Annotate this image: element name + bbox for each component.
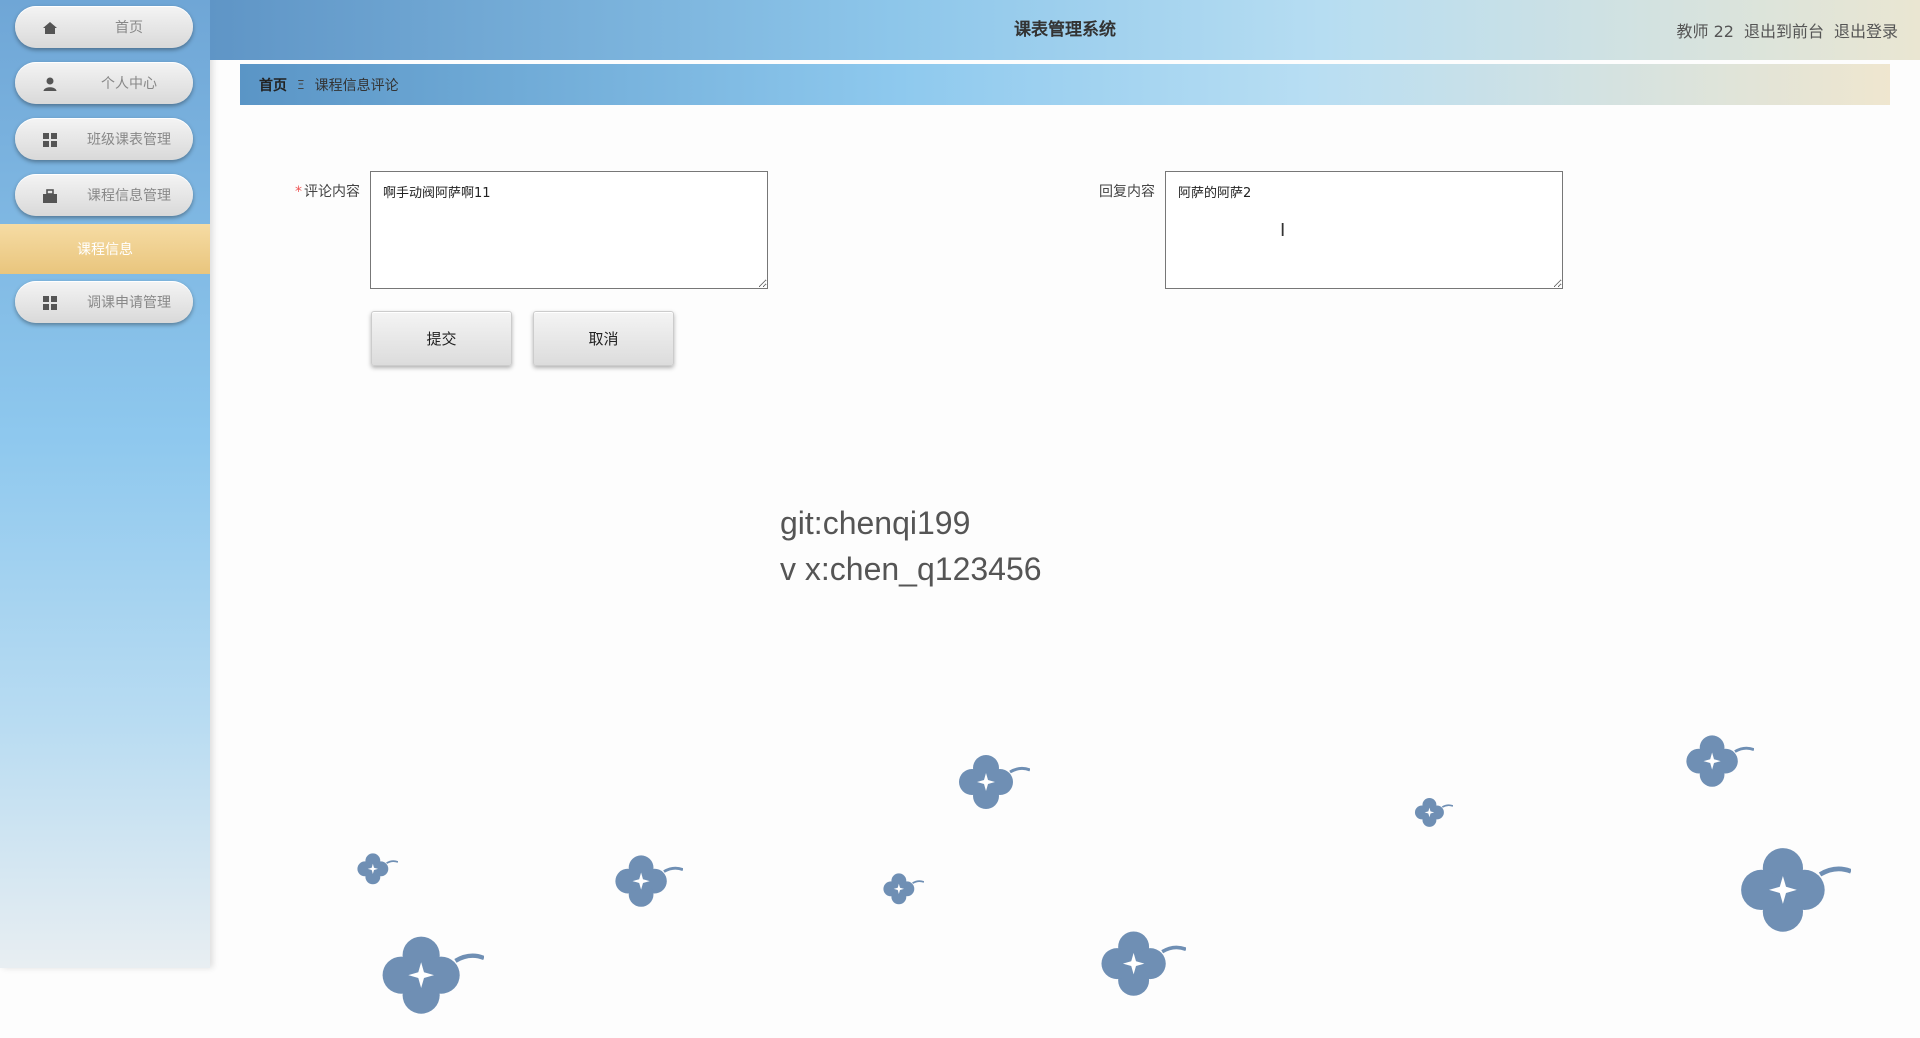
sidebar-item-personal-center[interactable]: 个人中心 bbox=[15, 62, 193, 104]
clover-decoration bbox=[1684, 733, 1754, 789]
clover-decoration bbox=[356, 852, 398, 886]
sidebar-item-class-schedule[interactable]: 班级课表管理 bbox=[15, 118, 193, 160]
app-title: 课表管理系统 bbox=[1014, 20, 1116, 40]
sidebar-item-course-info[interactable]: 课程信息管理 bbox=[15, 174, 193, 216]
sidebar-item-label: 班级课表管理 bbox=[87, 132, 171, 148]
sidebar-item-label: 课程信息管理 bbox=[87, 188, 171, 204]
grid-icon bbox=[43, 296, 57, 310]
required-mark: * bbox=[295, 184, 302, 200]
user-area: 教师 22 退出到前台 退出登录 bbox=[1677, 0, 1898, 60]
user-icon bbox=[43, 77, 57, 91]
top-header: 课表管理系统 教师 22 退出到前台 退出登录 bbox=[210, 0, 1920, 60]
home-icon bbox=[43, 22, 57, 34]
back-to-front-link[interactable]: 退出到前台 bbox=[1744, 18, 1824, 42]
clover-decoration bbox=[1414, 797, 1453, 828]
sidebar: 首页 个人中心 班级课表管理 课程信息管理 课程信息 调课申请管理 bbox=[0, 0, 210, 968]
sidebar-item-label: 个人中心 bbox=[101, 76, 157, 92]
watermark-line-1: git:chenqi199 bbox=[780, 505, 971, 541]
briefcase-icon bbox=[43, 189, 57, 203]
clover-decoration bbox=[613, 853, 683, 909]
clover-decoration bbox=[1099, 929, 1186, 998]
clover-decoration bbox=[882, 872, 924, 906]
breadcrumb-current: 课程信息评论 bbox=[314, 77, 399, 94]
reply-textarea[interactable]: 阿萨的阿萨2 bbox=[1165, 171, 1563, 289]
sidebar-item-label: 首页 bbox=[115, 20, 143, 36]
comment-label: * 评论内容 bbox=[240, 181, 360, 201]
breadcrumb-separator: Ξ bbox=[297, 77, 305, 92]
breadcrumb: 首页 Ξ 课程信息评论 bbox=[240, 64, 1890, 105]
comment-label-text: 评论内容 bbox=[304, 184, 360, 200]
submit-button[interactable]: 提交 bbox=[371, 311, 512, 366]
text-cursor-icon: I bbox=[1280, 220, 1286, 241]
watermark-line-2: v x:chen_q123456 bbox=[780, 551, 1042, 587]
watermark: git:chenqi199 v x:chen_q123456 bbox=[780, 500, 1042, 592]
clover-decoration bbox=[364, 918, 484, 1038]
username: 教师 22 bbox=[1676, 22, 1734, 41]
comment-textarea[interactable]: 啊手动阀阿萨啊11 bbox=[370, 171, 768, 289]
breadcrumb-home[interactable]: 首页 bbox=[259, 75, 287, 95]
sidebar-subitem-course-info[interactable]: 课程信息 bbox=[0, 224, 210, 274]
clover-decoration bbox=[957, 753, 1030, 811]
logout-link[interactable]: 退出登录 bbox=[1834, 18, 1898, 42]
sidebar-item-reschedule[interactable]: 调课申请管理 bbox=[15, 281, 193, 323]
clover-decoration bbox=[1721, 828, 1851, 958]
reply-label: 回复内容 bbox=[1099, 184, 1155, 200]
sidebar-item-label: 调课申请管理 bbox=[87, 295, 171, 311]
grid-icon bbox=[43, 133, 57, 147]
cancel-button[interactable]: 取消 bbox=[533, 311, 674, 366]
sidebar-item-home[interactable]: 首页 bbox=[15, 6, 193, 48]
